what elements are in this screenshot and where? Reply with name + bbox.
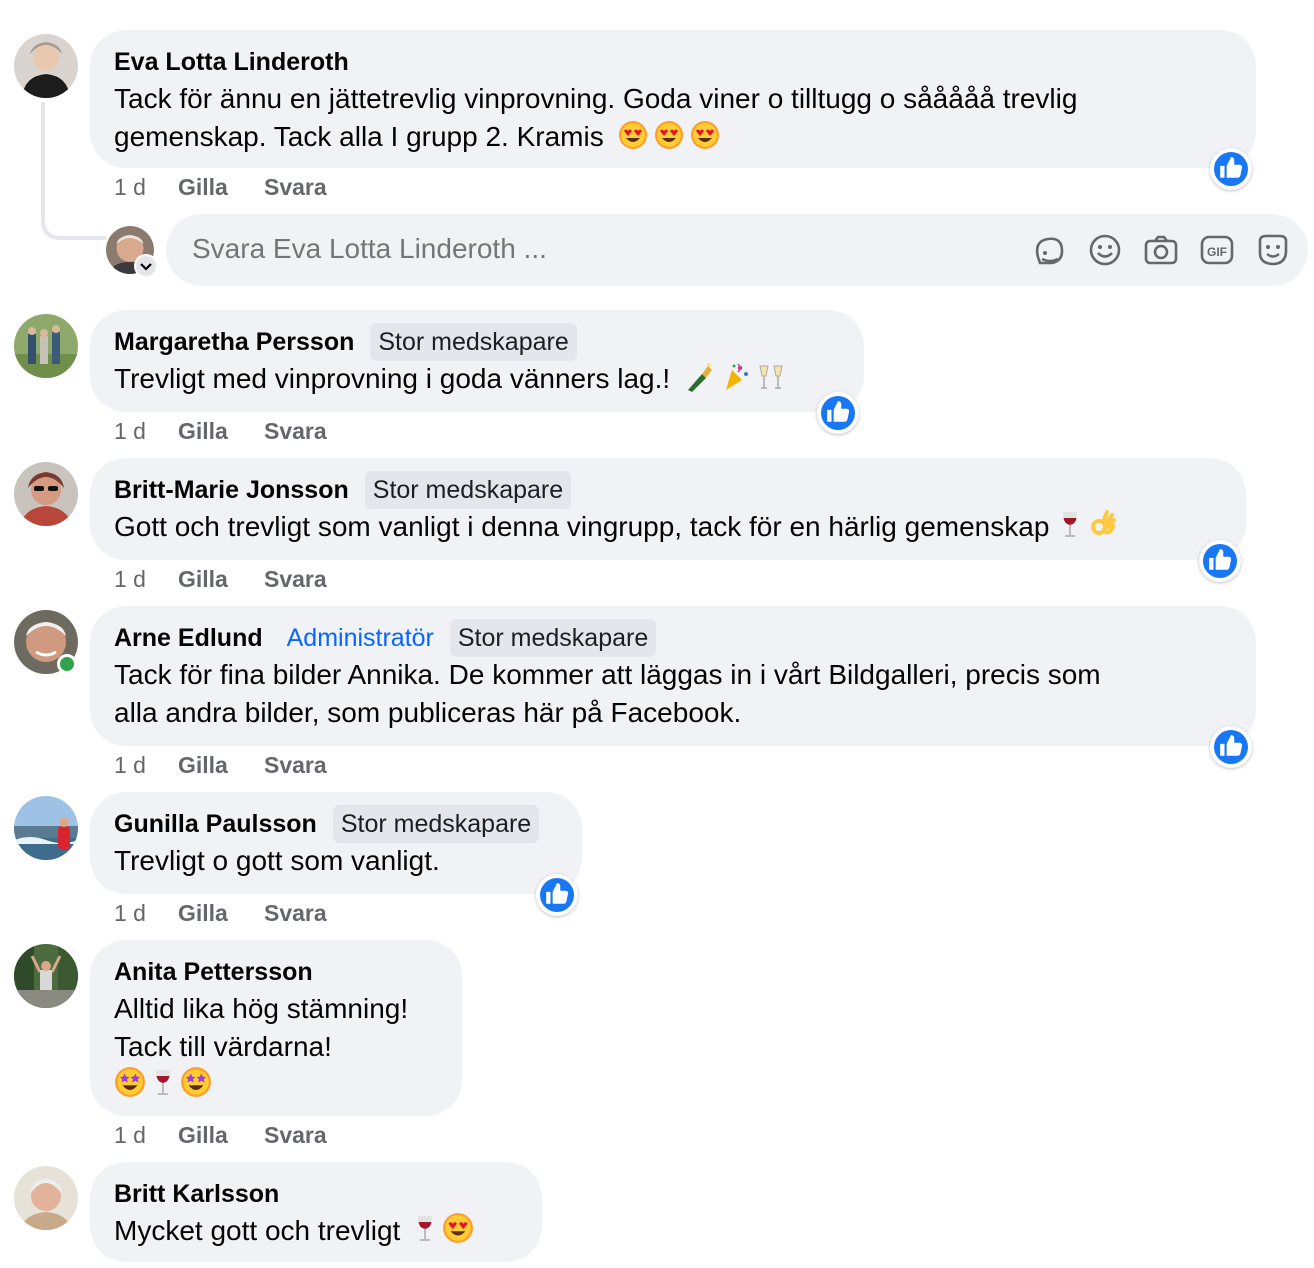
ok-hand-emoji-icon <box>1087 510 1117 550</box>
comment-bubble: Britt-Marie Jonsson Stor medskapare Gott… <box>90 458 1246 560</box>
comment-text: Trevligt o gott som vanligt. <box>114 842 558 880</box>
comment-text-line: Tack för ännu en jättetrevlig vinprovnin… <box>114 83 1078 114</box>
heart-eyes-emoji-icon <box>618 120 648 160</box>
gif-icon[interactable]: GIF <box>1198 231 1236 269</box>
like-reaction-icon[interactable] <box>1199 540 1241 582</box>
avatar[interactable] <box>14 944 78 1008</box>
comment-author[interactable]: Arne Edlund <box>114 624 263 653</box>
comment-author[interactable]: Britt-Marie Jonsson <box>114 476 349 505</box>
champagne-glasses-emoji-icon <box>756 362 786 402</box>
camera-icon[interactable] <box>1142 231 1180 269</box>
comment-text-line: Trevligt o gott som vanligt. <box>114 845 440 876</box>
comment-actions: 1 d Gilla Svara <box>114 174 327 201</box>
comment-text: Tack för ännu en jättetrevlig vinprovnin… <box>114 80 1232 160</box>
comment-actions: 1 d Gilla Svara <box>114 418 327 445</box>
comment-text-line: gemenskap. Tack alla I grupp 2. Kramis <box>114 121 604 152</box>
heart-eyes-emoji-icon <box>690 120 720 160</box>
comment-timestamp[interactable]: 1 d <box>114 752 178 779</box>
champagne-bottle-emoji-icon <box>684 362 714 402</box>
comment-timestamp[interactable]: 1 d <box>114 174 178 201</box>
like-button[interactable]: Gilla <box>178 1122 264 1149</box>
avatar-sticker-icon[interactable] <box>1030 231 1068 269</box>
comment-text: Trevligt med vinprovning i goda vänners … <box>114 360 840 402</box>
like-button[interactable]: Gilla <box>178 418 264 445</box>
reply-composer: GIF <box>166 214 1308 286</box>
reply-button[interactable]: Svara <box>264 418 327 445</box>
like-reaction-icon[interactable] <box>1210 726 1252 768</box>
comment-actions: 1 d Gilla Svara <box>114 900 327 927</box>
sticker-icon[interactable] <box>1254 231 1292 269</box>
top-contributor-badge[interactable]: Stor medskapare <box>370 323 577 361</box>
top-contributor-badge[interactable]: Stor medskapare <box>364 471 572 509</box>
avatar[interactable] <box>14 314 78 378</box>
party-popper-emoji-icon <box>720 362 750 402</box>
comment-text: Gott och trevligt som vanligt i denna vi… <box>114 508 1222 550</box>
comment-actions: 1 d Gilla Svara <box>114 1122 327 1149</box>
comment-author[interactable]: Anita Pettersson <box>114 958 313 987</box>
comment-text-line: Mycket gott och trevligt <box>114 1215 401 1246</box>
comment-bubble: Eva Lotta Linderoth Tack för ännu en jät… <box>90 30 1256 168</box>
comment-text: Tack för fina bilder Annika. De kommer a… <box>114 656 1232 732</box>
star-struck-emoji-icon <box>180 1066 212 1108</box>
avatar[interactable] <box>14 1166 78 1230</box>
reply-button[interactable]: Svara <box>264 174 327 201</box>
wine-glass-emoji-icon <box>152 1068 174 1108</box>
reply-button[interactable]: Svara <box>264 752 327 779</box>
comment-text-line: Trevligt med vinprovning i goda vänners … <box>114 363 671 394</box>
comment-text-line: Tack till värdarna! <box>114 1031 332 1062</box>
avatar[interactable] <box>14 34 78 98</box>
wine-glass-emoji-icon <box>1059 510 1081 550</box>
comment-author[interactable]: Eva Lotta Linderoth <box>114 48 349 77</box>
comment-author[interactable]: Margaretha Persson <box>114 328 354 357</box>
comment-bubble: Anita Pettersson Alltid lika hög stämnin… <box>90 940 462 1116</box>
gif-label: GIF <box>1207 245 1227 259</box>
comment-text-line: Tack för fina bilder Annika. De kommer a… <box>114 659 1101 690</box>
wine-glass-emoji-icon <box>414 1214 436 1254</box>
comment-timestamp[interactable]: 1 d <box>114 566 178 593</box>
reply-button[interactable]: Svara <box>264 900 327 927</box>
comment-bubble: Britt Karlsson Mycket gott och trevligt <box>90 1162 542 1262</box>
comment-bubble: Margaretha Persson Stor medskapare Trevl… <box>90 310 864 412</box>
avatar[interactable] <box>14 462 78 526</box>
online-status-indicator <box>57 654 77 674</box>
comment-author[interactable]: Britt Karlsson <box>114 1180 279 1209</box>
reply-button[interactable]: Svara <box>264 1122 327 1149</box>
comment-timestamp[interactable]: 1 d <box>114 900 178 927</box>
like-button[interactable]: Gilla <box>178 752 264 779</box>
top-contributor-badge[interactable]: Stor medskapare <box>332 805 540 843</box>
comment-actions: 1 d Gilla Svara <box>114 752 327 779</box>
comment-text: Mycket gott och trevligt <box>114 1212 518 1254</box>
comment-text-line: Alltid lika hög stämning! <box>114 993 409 1024</box>
heart-eyes-emoji-icon <box>442 1212 474 1254</box>
emoji-icon[interactable] <box>1086 231 1124 269</box>
avatar[interactable] <box>14 796 78 860</box>
like-reaction-icon[interactable] <box>1210 148 1252 190</box>
comment-bubble: Gunilla Paulsson Stor medskapare Trevlig… <box>90 792 582 894</box>
comment-bubble: Arne Edlund Administratör Stor medskapar… <box>90 606 1256 746</box>
comment-text-line: Gott och trevligt som vanligt i denna vi… <box>114 511 1050 542</box>
comment-timestamp[interactable]: 1 d <box>114 418 178 445</box>
comment-text: Alltid lika hög stämning! Tack till värd… <box>114 990 438 1108</box>
comment-timestamp[interactable]: 1 d <box>114 1122 178 1149</box>
account-switcher-chevron-icon[interactable] <box>134 254 158 278</box>
reply-button[interactable]: Svara <box>264 566 327 593</box>
comment-text-line: alla andra bilder, som publiceras här på… <box>114 697 742 728</box>
heart-eyes-emoji-icon <box>654 120 684 160</box>
like-button[interactable]: Gilla <box>178 900 264 927</box>
top-contributor-badge[interactable]: Stor medskapare <box>449 619 657 657</box>
star-struck-emoji-icon <box>114 1066 146 1108</box>
like-button[interactable]: Gilla <box>178 566 264 593</box>
like-reaction-icon[interactable] <box>536 874 578 916</box>
comment-actions: 1 d Gilla Svara <box>114 566 327 593</box>
like-reaction-icon[interactable] <box>817 392 859 434</box>
admin-badge[interactable]: Administratör <box>287 619 434 657</box>
comment-author[interactable]: Gunilla Paulsson <box>114 810 317 839</box>
reply-input[interactable] <box>190 232 894 266</box>
like-button[interactable]: Gilla <box>178 174 264 201</box>
